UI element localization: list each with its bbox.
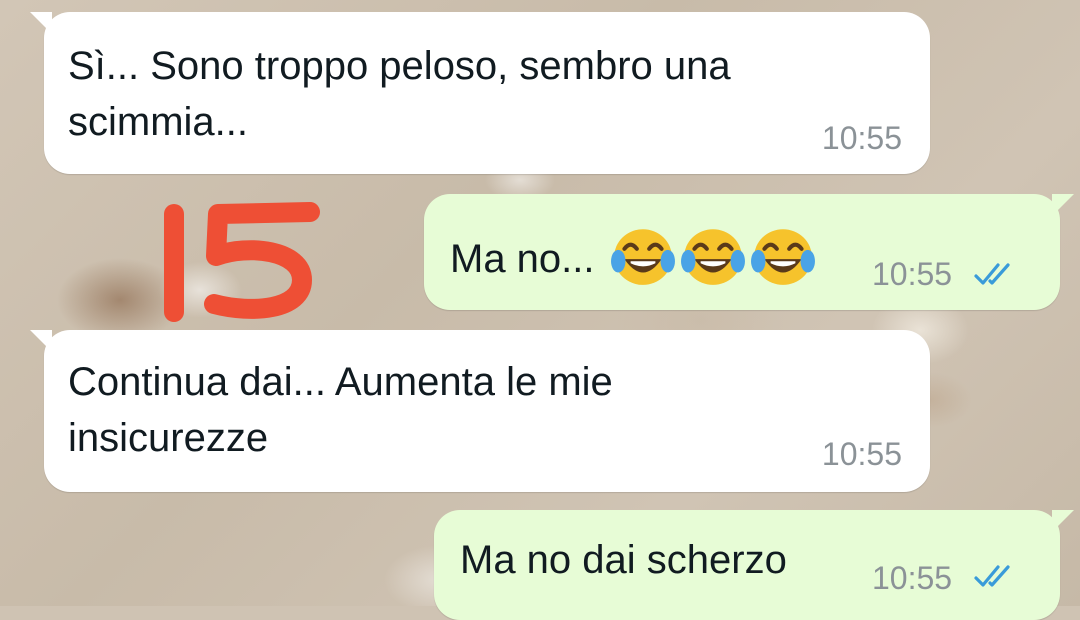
message-time: 10:55: [872, 560, 953, 596]
message-text: Ma no dai scherzo: [460, 538, 787, 582]
message-text: Continua dai... Aumenta le mie insicurez…: [68, 360, 613, 460]
annotation-number-drawing: [164, 202, 320, 322]
message-bubble-outgoing[interactable]: Ma no... 10:55: [424, 194, 1074, 310]
annotation-number: 15: [152, 200, 322, 324]
message-content: Ma no...: [450, 222, 816, 288]
bubble-tail: [1052, 194, 1074, 216]
message-text: Ma no...: [450, 237, 595, 281]
message-text: Sì... Sono troppo peloso, sembro una sci…: [68, 44, 731, 144]
bubble-tail: [30, 330, 52, 352]
face-with-tears-of-joy-icon: [680, 229, 745, 285]
message-time: 10:55: [821, 120, 902, 156]
bubble-tail: [1052, 510, 1074, 532]
double-check-read-icon: [974, 263, 1010, 285]
face-with-tears-of-joy-icon: [750, 229, 815, 285]
message-bubble-outgoing[interactable]: Ma no dai scherzo 10:55: [434, 510, 1074, 620]
message-bubble-incoming[interactable]: Continua dai... Aumenta le mie insicurez…: [30, 330, 930, 492]
bubble-tail: [30, 12, 52, 34]
double-check-read-icon: [974, 565, 1010, 587]
message-time: 10:55: [821, 436, 902, 472]
face-with-tears-of-joy-icon: [610, 229, 675, 285]
message-time: 10:55: [872, 256, 953, 292]
message-bubble-incoming[interactable]: Sì... Sono troppo peloso, sembro una sci…: [30, 12, 930, 174]
